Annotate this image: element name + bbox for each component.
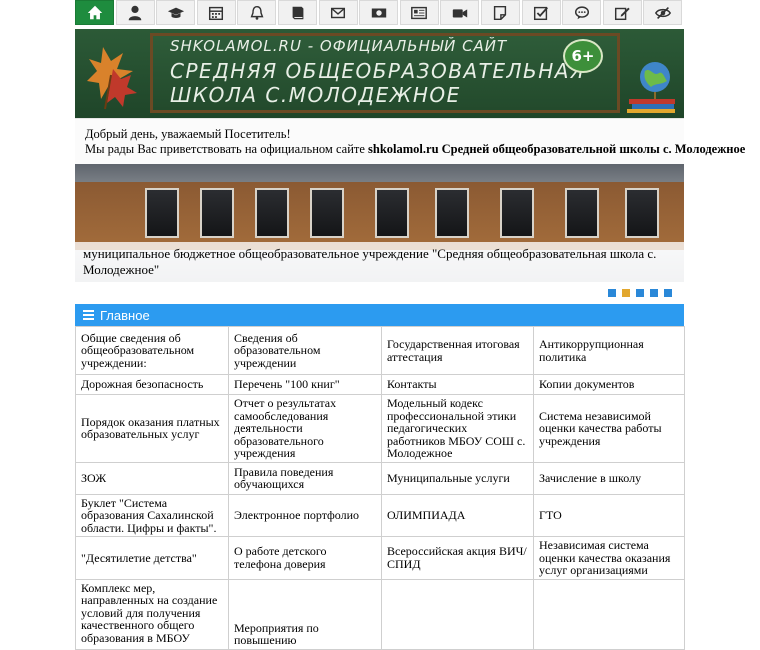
- menu-link[interactable]: Электронное портфолио: [228, 493, 382, 537]
- age-rating-badge: 6+: [563, 39, 603, 73]
- menu-link[interactable]: Система независимой оценки качества рабо…: [533, 394, 685, 463]
- menu-link[interactable]: Зачисление в школу: [533, 461, 685, 495]
- notes-button[interactable]: [480, 0, 521, 25]
- menu-link[interactable]: Копии документов: [533, 374, 685, 395]
- graduation-cap-icon: [167, 7, 184, 18]
- menu-link[interactable]: Государственная итоговая аттестация: [381, 326, 534, 375]
- slide-caption: муниципальное бюджетное общеобразователь…: [75, 242, 684, 282]
- video-camera-icon: [452, 8, 468, 17]
- comment-icon: [574, 5, 589, 19]
- eye-slash-icon: [654, 6, 671, 19]
- calendar-icon: [209, 6, 224, 20]
- education-button[interactable]: [156, 0, 196, 25]
- edit-button[interactable]: [602, 0, 642, 25]
- forum-button[interactable]: [562, 0, 602, 25]
- menu-link[interactable]: Мероприятия по повышению: [228, 578, 382, 650]
- menu-link[interactable]: Сведения об образовательном учреждении: [228, 326, 382, 375]
- menu-link[interactable]: Буклет "Система образования Сахалинской …: [75, 493, 229, 537]
- video-button[interactable]: [440, 0, 480, 25]
- menu-link[interactable]: Порядок оказания платных образовательных…: [75, 394, 229, 463]
- welcome-message: Мы рады Вас приветствовать на официально…: [85, 142, 746, 156]
- slider-dot[interactable]: [608, 289, 616, 297]
- main-menu-header[interactable]: Главное: [75, 304, 684, 326]
- user-icon: [128, 5, 142, 20]
- tasks-button[interactable]: [521, 0, 561, 25]
- news-button[interactable]: [399, 0, 439, 25]
- menu-link[interactable]: О работе детского телефона доверия: [228, 536, 382, 580]
- menu-link[interactable]: [381, 578, 534, 650]
- menu-link[interactable]: ЗОЖ: [75, 461, 229, 495]
- menu-link[interactable]: Всероссийская акция ВИЧ/СПИД: [381, 536, 534, 580]
- menu-link[interactable]: Антикоррупционная политика: [533, 326, 685, 375]
- payments-button[interactable]: [359, 0, 399, 25]
- slide-caption-text: муниципальное бюджетное общеобразователь…: [83, 246, 657, 277]
- menu-link[interactable]: Модельный кодекс профессиональной этики …: [381, 394, 534, 463]
- notifications-button[interactable]: [237, 0, 277, 25]
- menu-link[interactable]: ГТО: [533, 493, 685, 537]
- menu-link[interactable]: "Десятилетие детства": [75, 536, 229, 580]
- menu-link[interactable]: Правила поведения обучающихся: [228, 461, 382, 495]
- menu-link[interactable]: Муниципальные услуги: [381, 461, 534, 495]
- accessibility-button[interactable]: [643, 0, 683, 25]
- slider-dot-active[interactable]: [622, 289, 630, 297]
- welcome-greeting: Добрый день, уважаемый Посетитель!: [85, 127, 291, 141]
- menu-link[interactable]: Дорожная безопасность: [75, 374, 229, 395]
- home-icon: [87, 5, 102, 19]
- menu-link[interactable]: Общие сведения об общеобразовательном уч…: [75, 326, 229, 375]
- autumn-leaves-icon: [87, 47, 137, 110]
- top-icon-toolbar: [75, 0, 684, 27]
- site-name-bold: shkolamol.ru Средней общеобразовательной…: [368, 142, 746, 156]
- welcome-panel: Добрый день, уважаемый Посетитель! Мы ра…: [75, 118, 745, 164]
- menu-link[interactable]: Контакты: [381, 374, 534, 395]
- money-icon: [371, 8, 386, 17]
- sticky-note-icon: [494, 5, 507, 20]
- menu-link[interactable]: Комплекс мер, направленных на создание у…: [75, 578, 229, 650]
- library-button[interactable]: [277, 0, 318, 25]
- edit-icon: [615, 7, 630, 20]
- slider-dot[interactable]: [636, 289, 644, 297]
- newspaper-icon: [411, 6, 428, 19]
- envelope-icon: [331, 7, 346, 18]
- book-icon: [292, 6, 303, 19]
- bell-icon: [250, 5, 264, 20]
- slider-pagination: [608, 289, 678, 297]
- main-menu-grid: Общие сведения об общеобразовательном уч…: [75, 326, 685, 650]
- slider-dot[interactable]: [664, 289, 672, 297]
- checkbox-icon: [534, 6, 549, 20]
- mail-button[interactable]: [318, 0, 358, 25]
- menu-link[interactable]: ОЛИМПИАДА: [381, 493, 534, 537]
- menu-link[interactable]: Отчет о результатах самообследования дея…: [228, 394, 382, 463]
- menu-link[interactable]: Независимая система оценки качества оказ…: [533, 536, 685, 580]
- menu-link[interactable]: Перечень "100 книг": [228, 374, 382, 395]
- home-button[interactable]: [75, 0, 115, 25]
- main-menu-title: Главное: [100, 307, 150, 323]
- banner-school-name-line2: ШКОЛА С.МОЛОДЕЖНОЕ: [170, 83, 461, 107]
- site-banner: SHKOLAMOL.RU - ОФИЦИАЛЬНЫЙ САЙТ СРЕДНЯЯ …: [75, 29, 684, 118]
- user-button[interactable]: [115, 0, 155, 25]
- banner-school-name-line1: СРЕДНЯЯ ОБЩЕОБРАЗОВАТЕЛЬНАЯ: [170, 59, 586, 83]
- globe-and-books-icon: [627, 62, 675, 113]
- banner-site-name: SHKOLAMOL.RU - ОФИЦИАЛЬНЫЙ САЙТ: [170, 37, 508, 55]
- calendar-button[interactable]: [196, 0, 236, 25]
- school-photo-slider[interactable]: муниципальное бюджетное общеобразователь…: [75, 164, 684, 282]
- menu-link[interactable]: [533, 578, 685, 650]
- hamburger-menu-icon: [83, 310, 94, 320]
- slider-dot[interactable]: [650, 289, 658, 297]
